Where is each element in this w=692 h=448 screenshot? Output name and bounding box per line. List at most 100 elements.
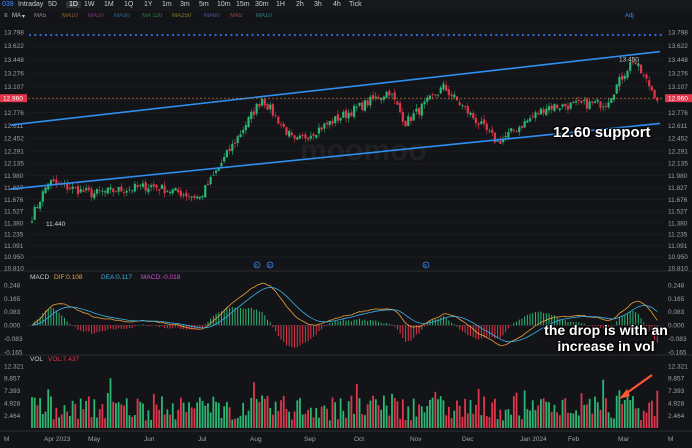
volume-bar [147, 410, 150, 428]
marker-dot [627, 33, 631, 37]
volume-bar [136, 398, 139, 428]
marker-dot [336, 33, 339, 37]
volume-bar [277, 411, 280, 428]
candle-body [434, 94, 437, 96]
volume-bar [68, 416, 71, 428]
candle-body [309, 135, 312, 139]
marker-dot [384, 33, 387, 37]
volume-bar [615, 395, 618, 428]
volume-bar [190, 407, 193, 428]
marker-dot [108, 33, 111, 37]
volume-bar [355, 384, 358, 428]
marker-dot [113, 33, 116, 37]
volume-bar [507, 409, 510, 428]
candle-body [228, 148, 231, 152]
marker-dot [405, 33, 408, 37]
volume-bar [280, 400, 282, 428]
marker-dot [543, 33, 546, 37]
volume-bar [144, 420, 147, 428]
marker-dot [558, 33, 562, 37]
volume-bar [496, 419, 499, 428]
marker-dot [659, 33, 662, 37]
vol-tick-left: 9.857 [4, 376, 21, 383]
volume-bar [575, 410, 577, 428]
volume-bar [602, 379, 605, 428]
marker-dot [649, 33, 652, 37]
candle-body [450, 94, 453, 97]
macd-legend-title: MACD [30, 274, 49, 281]
price-tick-right: 12.291 [668, 148, 688, 155]
volume-bar [429, 399, 431, 428]
marker-dot [304, 33, 307, 37]
candle-body [650, 86, 653, 91]
candle-body [193, 195, 196, 198]
candle-body [315, 134, 318, 138]
marker-dot [601, 33, 604, 37]
marker-dot [511, 33, 514, 37]
marker-dot [272, 33, 275, 37]
marker-dot [166, 33, 169, 37]
candle-body [41, 191, 44, 202]
volume-bar [491, 402, 494, 428]
vol-unit-right: M [668, 436, 673, 443]
marker-dot [331, 33, 334, 37]
price-tick-left: 12.452 [4, 136, 24, 143]
volume-bar [128, 415, 131, 428]
volume-bar [407, 406, 410, 428]
candle-body [518, 127, 521, 132]
volume-bar [155, 404, 158, 428]
candle-body [472, 113, 475, 119]
volume-bar [274, 401, 277, 428]
volume-bar [282, 395, 285, 428]
volume-bar [439, 396, 442, 428]
volume-bar [296, 400, 299, 428]
marker-dot [288, 33, 291, 37]
vol-legend-title: VOL [30, 356, 43, 363]
volume-bar [288, 411, 291, 428]
candle-body [260, 99, 264, 106]
candle-body [255, 103, 258, 114]
candle-body [442, 83, 445, 90]
macd-tick-left: 0.000 [4, 323, 21, 330]
candle-body [136, 184, 139, 188]
volume-bar [169, 414, 171, 428]
marker-dot [230, 33, 233, 37]
candle-body [296, 137, 299, 140]
volume-bar [399, 418, 402, 428]
marker-dot [654, 33, 657, 37]
macd-tick-left: 0.248 [4, 282, 21, 289]
volume-bar [599, 409, 602, 428]
candle-body [642, 74, 645, 76]
candle-body [553, 104, 556, 112]
marker-dot [177, 33, 180, 37]
volume-bar [93, 399, 96, 428]
candle-body [409, 117, 413, 122]
volume-bar [431, 397, 434, 428]
stock-chart-window: 039 Intraday 5D 1D 1W 1M 1Q 1Y 1m 3m 5m 10m 15m 30m 1H… [0, 0, 692, 448]
marker-dot [198, 33, 201, 37]
marker-dot [437, 33, 440, 37]
candle-body [358, 102, 361, 106]
volume-bar [242, 402, 245, 428]
price-tick-left: 10.810 [4, 265, 24, 272]
candle-body [623, 75, 626, 79]
candle-body [431, 94, 434, 95]
x-axis-label: Dec [462, 436, 474, 443]
marker-dot [580, 33, 583, 37]
x-axis-label: Jun [144, 436, 155, 443]
volume-bar [225, 401, 228, 428]
candle-body [87, 187, 90, 191]
price-tick-right: 13.107 [668, 84, 688, 91]
volume-bar [410, 420, 412, 428]
volume-bar [66, 411, 69, 428]
volume-bar [115, 403, 117, 428]
volume-bar [583, 404, 586, 428]
candle-body [231, 143, 234, 152]
candle-body [350, 112, 353, 116]
candle-body [85, 188, 88, 191]
candle-body [103, 191, 107, 193]
volume-bar [209, 412, 212, 428]
volume-bar [604, 398, 607, 428]
volume-bar [558, 415, 561, 428]
candle-body [426, 97, 429, 102]
